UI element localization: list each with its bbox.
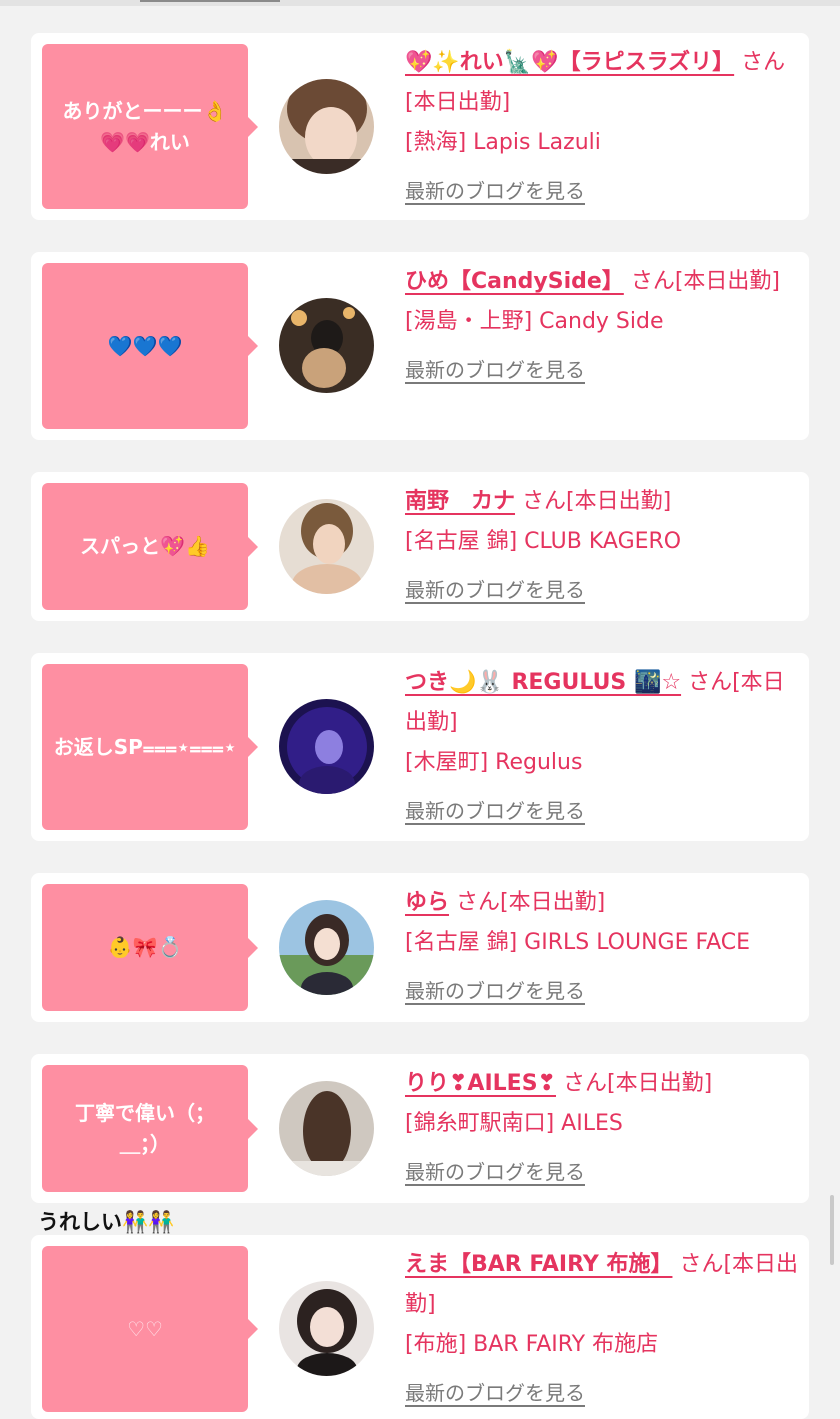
cast-suffix: さん[本日出勤] xyxy=(562,1071,713,1096)
avatar[interactable] xyxy=(279,699,374,794)
message-line: ＿；） xyxy=(120,1131,170,1156)
cast-info: りり❣AILES❣ さん[本日出勤] [錦糸町駅南口] AILES 最新のブログ… xyxy=(405,1064,801,1192)
avatar[interactable] xyxy=(279,1281,374,1376)
message-bubble: スパっと💖👍 xyxy=(42,483,258,610)
top-tab-bar xyxy=(0,0,840,6)
message-bubble: 丁寧で偉い（； ＿；） xyxy=(42,1065,258,1192)
cast-card: 👶🎀💍 ゆら さん[本日出勤] [名古屋 錦] GIRLS LOUNGE FAC… xyxy=(31,873,809,1022)
cast-info: つき🌙🐰 REGULUS 🌃☆ さん[本日出勤] [木屋町] Regulus 最… xyxy=(405,663,801,831)
blog-link[interactable]: 最新のブログを見る xyxy=(405,171,801,211)
message-bubble: 💙💙💙 xyxy=(42,263,258,429)
blog-link[interactable]: 最新のブログを見る xyxy=(405,1373,801,1413)
cast-name-link[interactable]: ゆら xyxy=(405,890,449,915)
avatar[interactable] xyxy=(279,298,374,393)
cast-info: ひめ【CandySide】 さん[本日出勤] [湯島・上野] Candy Sid… xyxy=(405,262,801,390)
shop-label: [名古屋 錦] CLUB KAGERO xyxy=(405,529,682,554)
cast-info: えま【BAR FAIRY 布施】 さん[本日出勤] [布施] BAR FAIRY… xyxy=(405,1245,801,1413)
shop-label: [布施] BAR FAIRY 布施店 xyxy=(405,1332,659,1357)
cast-card: 丁寧で偉い（； ＿；） りり❣AILES❣ さん[本日出勤] [錦糸町駅南口] … xyxy=(31,1054,809,1203)
cast-info: 南野 カナ さん[本日出勤] [名古屋 錦] CLUB KAGERO 最新のブロ… xyxy=(405,482,801,610)
avatar[interactable] xyxy=(279,79,374,174)
message-bubble: お返しSP⩶⋆⩶⋆ xyxy=(42,664,258,830)
cast-suffix: さん[本日出勤] xyxy=(522,489,672,514)
cast-name-link[interactable]: つき🌙🐰 REGULUS 🌃☆ xyxy=(405,670,681,695)
shop-label: [名古屋 錦] GIRLS LOUNGE FACE xyxy=(405,930,751,955)
message-line: 丁寧で偉い（； xyxy=(75,1100,215,1125)
message-line: 💙💙💙 xyxy=(107,333,183,358)
cast-card: ♡♡ えま【BAR FAIRY 布施】 さん[本日出勤] [布施] BAR FA… xyxy=(31,1235,809,1419)
message-bubble: 👶🎀💍 xyxy=(42,884,258,1011)
avatar[interactable] xyxy=(279,499,374,594)
cast-name-link[interactable]: ひめ【CandySide】 xyxy=(405,269,624,294)
message-line: 💗💗れい xyxy=(100,129,190,154)
cast-card: スパっと💖👍 南野 カナ さん[本日出勤] [名古屋 錦] CLUB KAGER… xyxy=(31,472,809,621)
cast-name-link[interactable]: えま【BAR FAIRY 布施】 xyxy=(405,1252,672,1277)
cast-name-link[interactable]: りり❣AILES❣ xyxy=(405,1071,556,1096)
blog-link[interactable]: 最新のブログを見る xyxy=(405,971,801,1011)
blog-link[interactable]: 最新のブログを見る xyxy=(405,350,801,390)
cast-card: ありがとーーー👌 💗💗れい 💖✨れい🗽💖【ラピスラズリ】 さん[本日出勤] [熱… xyxy=(31,33,809,220)
blog-link[interactable]: 最新のブログを見る xyxy=(405,570,801,610)
floating-message: うれしい👫👫 xyxy=(38,1210,175,1234)
avatar[interactable] xyxy=(279,900,374,995)
scrollbar[interactable] xyxy=(830,1195,834,1265)
message-bubble: ありがとーーー👌 💗💗れい xyxy=(42,44,258,209)
blog-link[interactable]: 最新のブログを見る xyxy=(405,1152,801,1192)
message-line: ♡♡ xyxy=(127,1316,163,1341)
cast-info: 💖✨れい🗽💖【ラピスラズリ】 さん[本日出勤] [熱海] Lapis Lazul… xyxy=(405,43,801,211)
cast-card: 💙💙💙 ひめ【CandySide】 さん[本日出勤] [湯島・上野] Candy… xyxy=(31,252,809,440)
cast-suffix: さん[本日出勤] xyxy=(456,890,606,915)
shop-label: [木屋町] Regulus xyxy=(405,750,583,775)
shop-label: [熱海] Lapis Lazuli xyxy=(405,130,601,155)
message-line: ありがとーーー👌 xyxy=(62,98,228,123)
cast-name-link[interactable]: 💖✨れい🗽💖【ラピスラズリ】 xyxy=(405,50,734,75)
blog-link[interactable]: 最新のブログを見る xyxy=(405,791,801,831)
cast-suffix: さん[本日出勤] xyxy=(630,269,780,294)
message-line: 👶🎀💍 xyxy=(107,935,183,959)
message-line: お返しSP⩶⋆⩶⋆ xyxy=(53,734,237,759)
active-tab-indicator xyxy=(140,0,280,2)
cast-card: お返しSP⩶⋆⩶⋆ つき🌙🐰 REGULUS 🌃☆ さん[本日出勤] [木屋町]… xyxy=(31,653,809,841)
cast-name-link[interactable]: 南野 カナ xyxy=(405,489,515,514)
cast-info: ゆら さん[本日出勤] [名古屋 錦] GIRLS LOUNGE FACE 最新… xyxy=(405,883,801,1011)
shop-label: [湯島・上野] Candy Side xyxy=(405,309,664,334)
shop-label: [錦糸町駅南口] AILES xyxy=(405,1111,623,1136)
message-bubble: ♡♡ xyxy=(42,1246,258,1412)
avatar[interactable] xyxy=(279,1081,374,1176)
message-line: スパっと💖👍 xyxy=(80,534,210,558)
